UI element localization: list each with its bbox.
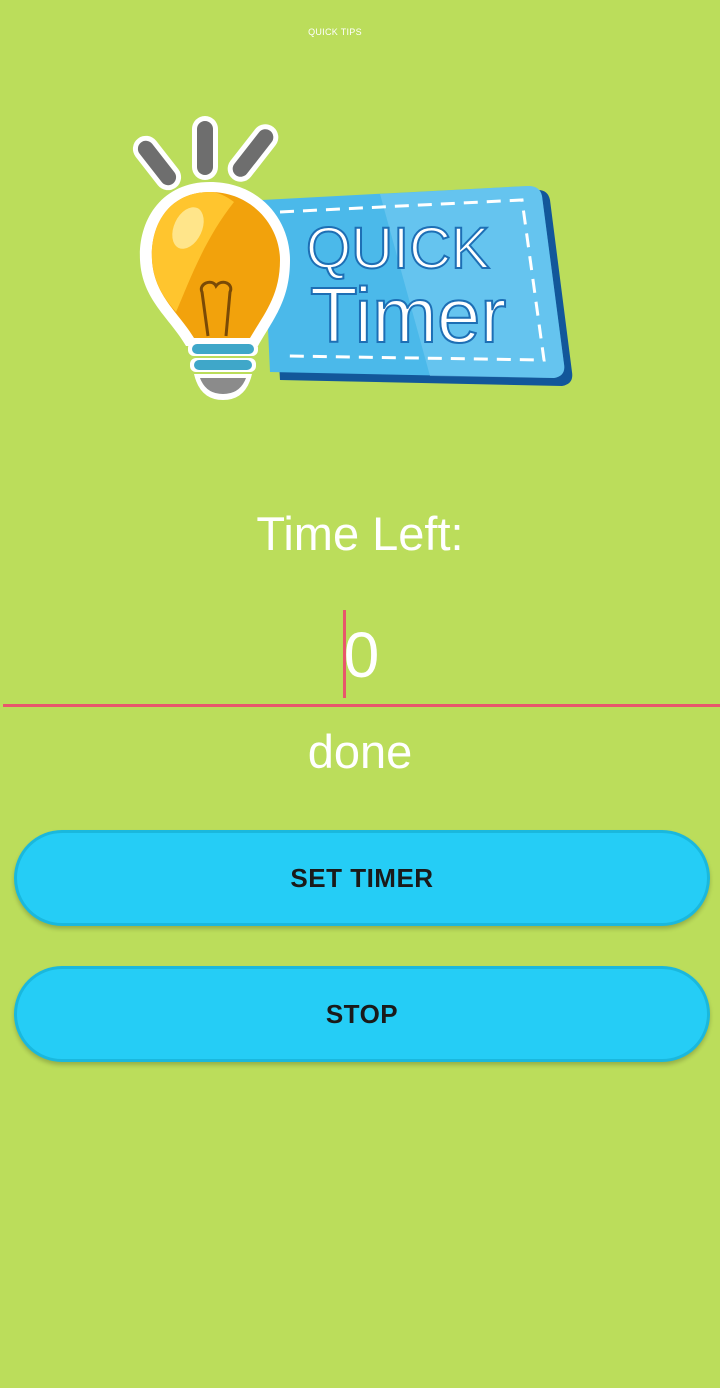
app-title: QUICK TIPS bbox=[308, 27, 362, 37]
stop-button[interactable]: STOP bbox=[14, 966, 710, 1062]
timer-value: 0 bbox=[343, 619, 380, 691]
set-timer-button[interactable]: SET TIMER bbox=[14, 830, 710, 926]
timer-input[interactable]: 0 bbox=[3, 605, 720, 707]
quick-timer-logo: QUICK Timer bbox=[132, 116, 573, 400]
app-screen: QUICK TIPS QUICK Timer Time Left: 0 done… bbox=[0, 0, 720, 1388]
time-left-label: Time Left: bbox=[256, 507, 464, 560]
lightbulb-icon bbox=[132, 116, 290, 400]
timer-status: done bbox=[307, 725, 413, 778]
logo-text-timer: Timer bbox=[310, 271, 506, 359]
